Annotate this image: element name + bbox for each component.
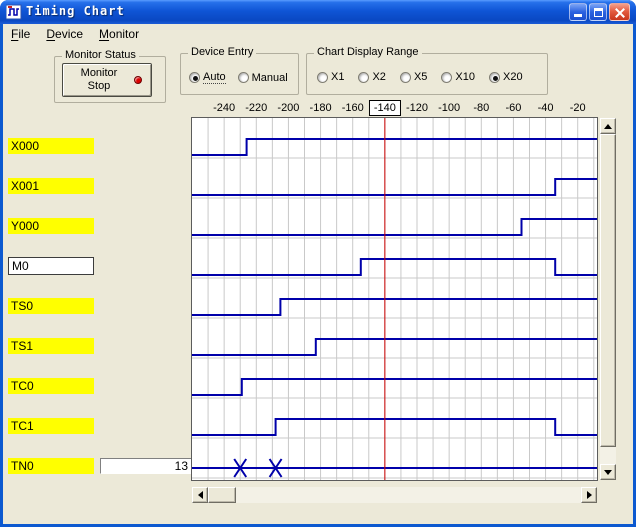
- time-axis-tick: -60: [505, 102, 521, 114]
- time-axis-tick: -220: [245, 102, 267, 114]
- title-bar[interactable]: Timing Chart: [0, 0, 636, 24]
- signal-label-m0[interactable]: M0: [8, 257, 94, 275]
- minimize-button[interactable]: [569, 3, 587, 21]
- horizontal-scrollbar[interactable]: [192, 487, 597, 503]
- scroll-left-button[interactable]: [192, 487, 208, 503]
- radio-button-icon: [358, 72, 369, 83]
- monitor-status-group-label: Monitor Status: [62, 49, 139, 61]
- range-radio-x2[interactable]: X2: [358, 71, 385, 83]
- time-axis-tick: -20: [570, 102, 586, 114]
- device-entry-options: Auto Manual: [189, 71, 288, 84]
- range-radio-x10[interactable]: X10: [441, 71, 475, 83]
- vertical-scrollbar[interactable]: [600, 118, 616, 480]
- monitor-stop-label-line1: Monitor: [81, 67, 118, 79]
- maximize-icon: [594, 8, 603, 17]
- horizontal-scrollbar-thumb[interactable]: [208, 487, 236, 503]
- device-entry-group-label: Device Entry: [188, 46, 256, 58]
- signal-label-x001[interactable]: X001: [8, 178, 94, 194]
- close-button[interactable]: [609, 3, 630, 21]
- time-axis: -240 -220 -200 -180 -160 -140 -120 -100 -80 -60 -4…: [192, 100, 597, 117]
- time-axis-tick: -40: [538, 102, 554, 114]
- minimize-icon: [574, 14, 582, 17]
- radio-label: X20: [503, 71, 523, 83]
- chart-display-range-group-label: Chart Display Range: [314, 46, 422, 58]
- time-axis-tick: -200: [277, 102, 299, 114]
- radio-button-icon: [238, 72, 249, 83]
- time-axis-tick: -180: [310, 102, 332, 114]
- time-axis-tick: -120: [406, 102, 428, 114]
- signal-label-ts0[interactable]: TS0: [8, 298, 94, 314]
- monitor-led-icon: [134, 76, 142, 84]
- device-entry-group: Device Entry AutoManual: [180, 53, 299, 95]
- radio-label: X5: [414, 71, 427, 83]
- radio-label: Manual: [252, 72, 288, 84]
- arrow-down-icon: [604, 470, 612, 475]
- chart-area[interactable]: [192, 118, 597, 480]
- menu-bar: File Device Monitor: [3, 24, 633, 44]
- scroll-right-button[interactable]: [581, 487, 597, 503]
- range-radio-x1[interactable]: X1: [317, 71, 344, 83]
- radio-label: X1: [331, 71, 344, 83]
- radio-button-icon: [489, 72, 500, 83]
- window-controls: [569, 3, 630, 21]
- arrow-left-icon: [198, 491, 203, 499]
- arrow-right-icon: [587, 491, 592, 499]
- time-axis-tick: -160: [342, 102, 364, 114]
- chart-display-range-group: Chart Display Range X1X2X5X10X20: [306, 53, 548, 95]
- radio-selected-dot-icon: [193, 76, 198, 81]
- vertical-scrollbar-thumb[interactable]: [600, 134, 616, 447]
- time-axis-tick: -100: [438, 102, 460, 114]
- signal-label-y000[interactable]: Y000: [8, 218, 94, 234]
- signal-label-tc1[interactable]: TC1: [8, 418, 94, 434]
- menu-device[interactable]: Device: [38, 25, 91, 43]
- window-title: Timing Chart: [26, 4, 125, 18]
- chart-display-range-options: X1 X2 X5 X10 X20: [317, 71, 523, 83]
- close-icon: [610, 4, 629, 20]
- scroll-up-button[interactable]: [600, 118, 616, 134]
- menu-monitor[interactable]: Monitor: [91, 25, 147, 43]
- radio-label: X10: [455, 71, 475, 83]
- radio-button-icon: [317, 72, 328, 83]
- timing-chart-canvas: [192, 118, 597, 480]
- signal-label-ts1[interactable]: TS1: [8, 338, 94, 354]
- time-axis-tick: -80: [473, 102, 489, 114]
- time-axis-current-tick: -140: [369, 100, 401, 116]
- signal-label-tc0[interactable]: TC0: [8, 378, 94, 394]
- radio-button-icon: [400, 72, 411, 83]
- menu-file[interactable]: File: [3, 25, 38, 43]
- arrow-up-icon: [604, 124, 612, 129]
- range-radio-x5[interactable]: X5: [400, 71, 427, 83]
- radio-selected-dot-icon: [493, 76, 498, 81]
- monitor-stop-button[interactable]: Monitor Stop: [62, 63, 152, 97]
- signal-label-tn0[interactable]: TN0: [8, 458, 94, 474]
- radio-button-icon: [189, 72, 200, 83]
- scroll-down-button[interactable]: [600, 464, 616, 480]
- signal-value-tn0[interactable]: 13: [100, 458, 193, 474]
- device-entry-radio-manual[interactable]: Manual: [238, 72, 288, 84]
- radio-label: X2: [372, 71, 385, 83]
- radio-button-icon: [441, 72, 452, 83]
- range-radio-x20[interactable]: X20: [489, 71, 523, 83]
- monitor-stop-label-line2: Stop: [88, 80, 111, 92]
- app-icon: [6, 4, 22, 20]
- device-entry-radio-auto[interactable]: Auto: [189, 71, 226, 84]
- signal-label-x000[interactable]: X000: [8, 138, 94, 154]
- time-axis-tick: -240: [213, 102, 235, 114]
- maximize-button[interactable]: [589, 3, 607, 21]
- radio-label: Auto: [203, 71, 226, 84]
- timing-chart-window: Timing Chart File Device Monitor Monitor…: [0, 0, 636, 527]
